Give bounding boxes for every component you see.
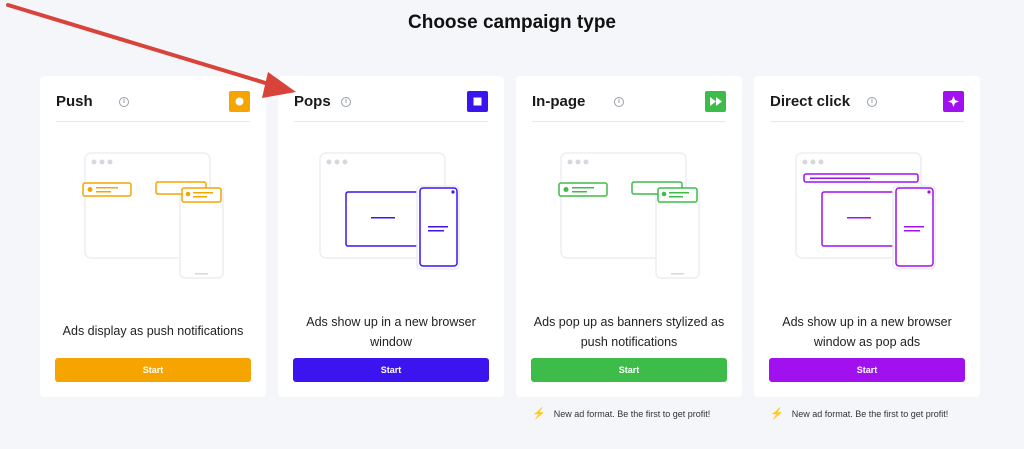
campaign-card-inpage[interactable]: In-page i Ads pop up as banners stylized… xyxy=(516,76,742,397)
info-icon[interactable]: i xyxy=(119,97,129,107)
new-format-note: ⚡ New ad format. Be the first to get prof… xyxy=(532,407,710,420)
note-text: New ad format. Be the first to get profi… xyxy=(791,409,949,419)
card-description: Ads pop up as banners stylized as push n… xyxy=(533,315,725,349)
start-button-push[interactable]: Start xyxy=(55,358,251,382)
note-text: New ad format. Be the first to get profi… xyxy=(553,409,711,419)
card-header: In-page i xyxy=(532,76,726,122)
sparkle-icon xyxy=(943,91,964,112)
square-icon xyxy=(467,91,488,112)
card-title: Pops xyxy=(294,93,331,110)
info-icon[interactable]: i xyxy=(867,97,877,107)
card-header: Push i xyxy=(56,76,250,122)
push-illustration xyxy=(82,152,224,279)
lightning-icon: ⚡ xyxy=(532,408,546,420)
inpage-illustration xyxy=(558,152,700,279)
page-title: Choose campaign type xyxy=(408,12,616,33)
fast-forward-icon xyxy=(705,91,726,112)
lightning-icon: ⚡ xyxy=(770,408,784,420)
card-description: Ads show up in a new browser window as p… xyxy=(782,315,952,349)
pops-illustration xyxy=(319,152,460,270)
start-button-direct-click[interactable]: Start xyxy=(769,358,965,382)
campaign-card-push[interactable]: Push i Ads display as push notifications… xyxy=(40,76,266,397)
card-header: Direct click i xyxy=(770,76,964,122)
campaign-card-pops[interactable]: Pops i Ads show up in a new browser wind… xyxy=(278,76,504,397)
card-header: Pops i xyxy=(294,76,488,122)
card-title: Direct click xyxy=(770,93,851,110)
campaign-card-direct-click[interactable]: Direct click i Ads show up in a new brow… xyxy=(754,76,980,397)
card-description: Ads show up in a new browser window xyxy=(306,315,476,349)
info-icon[interactable]: i xyxy=(341,97,351,107)
new-format-note: ⚡ New ad format. Be the first to get prof… xyxy=(770,407,948,420)
direct-click-illustration xyxy=(795,152,936,270)
circle-icon xyxy=(229,91,250,112)
card-title: Push xyxy=(56,93,93,110)
card-title: In-page xyxy=(532,93,586,110)
start-button-inpage[interactable]: Start xyxy=(531,358,727,382)
card-description: Ads display as push notifications xyxy=(62,324,244,338)
start-button-pops[interactable]: Start xyxy=(293,358,489,382)
info-icon[interactable]: i xyxy=(614,97,624,107)
